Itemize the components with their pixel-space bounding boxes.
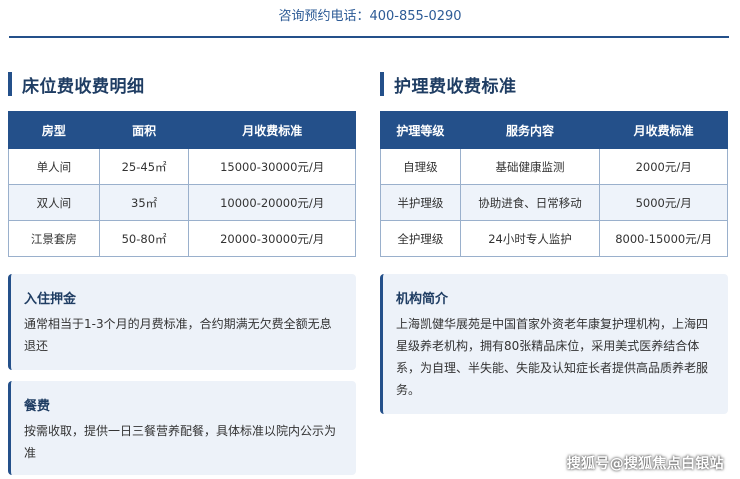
table-row: 单人间 25-45㎡ 15000-30000元/月 bbox=[8, 148, 356, 185]
column-header: 面积 bbox=[98, 111, 190, 149]
care-level-cell: 半护理级 bbox=[380, 184, 461, 221]
deposit-card: 入住押金 通常相当于1-3个月的月费标准，合约期满无欠费全额无息退还 bbox=[8, 274, 356, 370]
column-header: 服务内容 bbox=[459, 111, 601, 149]
area-cell: 25-45㎡ bbox=[98, 148, 190, 185]
header-divider bbox=[9, 36, 729, 38]
room-type-cell: 双人间 bbox=[8, 184, 100, 221]
intro-card-body: 上海凯健华展苑是中国首家外资老年康复护理机构，上海四星级养老机构，拥有80张精品… bbox=[396, 317, 709, 397]
care-fee-section-title: 护理费收费标准 bbox=[380, 72, 517, 97]
monthly-fee-cell: 8000-15000元/月 bbox=[599, 220, 728, 257]
table-header-row: 护理等级 服务内容 月收费标准 bbox=[380, 111, 728, 149]
table-header-row: 房型 面积 月收费标准 bbox=[8, 111, 356, 149]
care-level-cell: 自理级 bbox=[380, 148, 461, 185]
service-content-cell: 24小时专人监护 bbox=[459, 220, 601, 257]
table-row: 自理级 基础健康监测 2000元/月 bbox=[380, 148, 728, 185]
care-fee-table: 护理等级 服务内容 月收费标准 自理级 基础健康监测 2000元/月 半护理级 … bbox=[380, 111, 728, 257]
room-type-cell: 江景套房 bbox=[8, 220, 100, 257]
meal-card-title: 餐费 bbox=[24, 399, 51, 414]
deposit-card-body: 通常相当于1-3个月的月费标准，合约期满无欠费全额无息退还 bbox=[24, 317, 332, 353]
monthly-fee-cell: 10000-20000元/月 bbox=[188, 184, 356, 221]
monthly-fee-cell: 2000元/月 bbox=[599, 148, 728, 185]
institution-intro-card: 机构简介 上海凯健华展苑是中国首家外资老年康复护理机构，上海四星级养老机构，拥有… bbox=[380, 274, 728, 414]
service-content-cell: 基础健康监测 bbox=[459, 148, 601, 185]
bed-fee-section-title: 床位费收费明细 bbox=[8, 72, 145, 97]
bed-fee-table: 房型 面积 月收费标准 单人间 25-45㎡ 15000-30000元/月 双人… bbox=[8, 111, 356, 257]
room-type-cell: 单人间 bbox=[8, 148, 100, 185]
source-watermark: 搜狐号@搜狐焦点白银站 bbox=[566, 456, 724, 472]
column-header: 月收费标准 bbox=[188, 111, 356, 149]
table-row: 双人间 35㎡ 10000-20000元/月 bbox=[8, 184, 356, 221]
area-cell: 35㎡ bbox=[98, 184, 190, 221]
table-row: 半护理级 协助进食、日常移动 5000元/月 bbox=[380, 184, 728, 221]
deposit-card-title: 入住押金 bbox=[24, 292, 77, 307]
monthly-fee-cell: 15000-30000元/月 bbox=[188, 148, 356, 185]
title-accent-bar bbox=[8, 72, 12, 96]
area-cell: 50-80㎡ bbox=[98, 220, 190, 257]
care-fee-title-text: 护理费收费标准 bbox=[394, 76, 517, 97]
monthly-fee-cell: 5000元/月 bbox=[599, 184, 728, 221]
bed-fee-title-text: 床位费收费明细 bbox=[22, 76, 145, 97]
care-level-cell: 全护理级 bbox=[380, 220, 461, 257]
title-accent-bar bbox=[380, 72, 384, 96]
column-header: 月收费标准 bbox=[599, 111, 728, 149]
monthly-fee-cell: 20000-30000元/月 bbox=[188, 220, 356, 257]
service-content-cell: 协助进食、日常移动 bbox=[459, 184, 601, 221]
table-row: 江景套房 50-80㎡ 20000-30000元/月 bbox=[8, 220, 356, 257]
column-header: 房型 bbox=[8, 111, 100, 149]
meal-card-body: 按需收取，提供一日三餐营养配餐，具体标准以院内公示为准 bbox=[24, 424, 337, 460]
column-header: 护理等级 bbox=[380, 111, 461, 149]
table-row: 全护理级 24小时专人监护 8000-15000元/月 bbox=[380, 220, 728, 257]
intro-card-title: 机构简介 bbox=[396, 292, 449, 307]
meal-card: 餐费 按需收取，提供一日三餐营养配餐，具体标准以院内公示为准 bbox=[8, 381, 356, 475]
contact-phone: 咨询预约电话：400-855-0290 bbox=[278, 9, 462, 24]
